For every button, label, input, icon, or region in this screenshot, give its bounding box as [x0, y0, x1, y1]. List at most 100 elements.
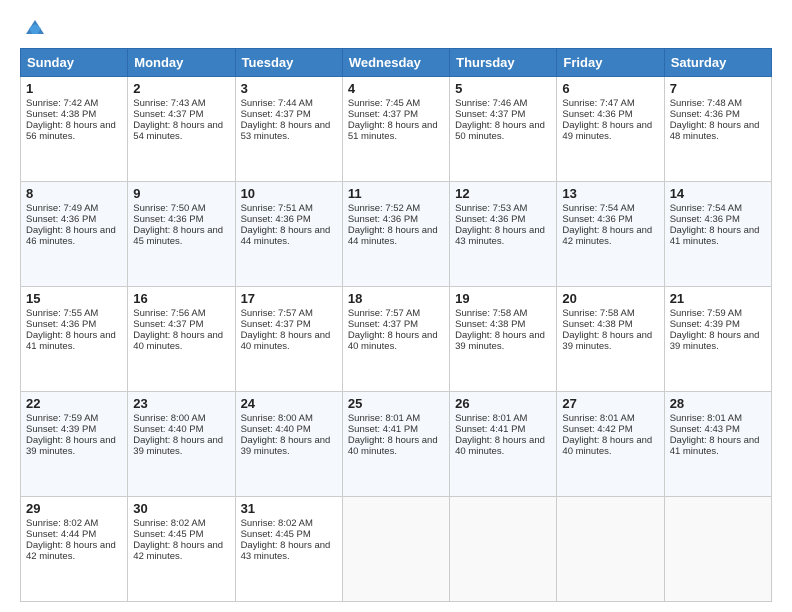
daylight-text: Daylight: 8 hours and 40 minutes. — [348, 435, 438, 457]
sunset-text: Sunset: 4:39 PM — [670, 319, 740, 330]
sunset-text: Sunset: 4:37 PM — [133, 109, 203, 120]
sunset-text: Sunset: 4:38 PM — [562, 319, 632, 330]
calendar-cell: 22Sunrise: 7:59 AMSunset: 4:39 PMDayligh… — [21, 392, 128, 497]
day-number: 18 — [348, 291, 444, 306]
calendar-cell: 29Sunrise: 8:02 AMSunset: 4:44 PMDayligh… — [21, 497, 128, 602]
daylight-text: Daylight: 8 hours and 43 minutes. — [241, 540, 331, 562]
sunset-text: Sunset: 4:36 PM — [455, 214, 525, 225]
sunset-text: Sunset: 4:36 PM — [348, 214, 418, 225]
sunset-text: Sunset: 4:45 PM — [133, 529, 203, 540]
day-number: 3 — [241, 81, 337, 96]
sunset-text: Sunset: 4:36 PM — [26, 319, 96, 330]
calendar-cell: 23Sunrise: 8:00 AMSunset: 4:40 PMDayligh… — [128, 392, 235, 497]
calendar-week-row: 22Sunrise: 7:59 AMSunset: 4:39 PMDayligh… — [21, 392, 772, 497]
sunrise-text: Sunrise: 7:50 AM — [133, 203, 205, 214]
daylight-text: Daylight: 8 hours and 48 minutes. — [670, 120, 760, 142]
sunrise-text: Sunrise: 7:49 AM — [26, 203, 98, 214]
sunrise-text: Sunrise: 7:54 AM — [562, 203, 634, 214]
sunset-text: Sunset: 4:40 PM — [241, 424, 311, 435]
day-number: 21 — [670, 291, 766, 306]
calendar-body: 1Sunrise: 7:42 AMSunset: 4:38 PMDaylight… — [21, 77, 772, 602]
page: SundayMondayTuesdayWednesdayThursdayFrid… — [0, 0, 792, 612]
sunrise-text: Sunrise: 7:57 AM — [241, 308, 313, 319]
calendar-cell: 4Sunrise: 7:45 AMSunset: 4:37 PMDaylight… — [342, 77, 449, 182]
sunset-text: Sunset: 4:44 PM — [26, 529, 96, 540]
daylight-text: Daylight: 8 hours and 40 minutes. — [562, 435, 652, 457]
calendar-cell: 25Sunrise: 8:01 AMSunset: 4:41 PMDayligh… — [342, 392, 449, 497]
sunset-text: Sunset: 4:36 PM — [26, 214, 96, 225]
daylight-text: Daylight: 8 hours and 45 minutes. — [133, 225, 223, 247]
daylight-text: Daylight: 8 hours and 44 minutes. — [241, 225, 331, 247]
calendar-cell: 27Sunrise: 8:01 AMSunset: 4:42 PMDayligh… — [557, 392, 664, 497]
sunset-text: Sunset: 4:36 PM — [670, 109, 740, 120]
calendar-cell: 9Sunrise: 7:50 AMSunset: 4:36 PMDaylight… — [128, 182, 235, 287]
calendar-header-sunday: Sunday — [21, 49, 128, 77]
calendar-cell: 18Sunrise: 7:57 AMSunset: 4:37 PMDayligh… — [342, 287, 449, 392]
sunset-text: Sunset: 4:41 PM — [348, 424, 418, 435]
daylight-text: Daylight: 8 hours and 40 minutes. — [133, 330, 223, 352]
daylight-text: Daylight: 8 hours and 53 minutes. — [241, 120, 331, 142]
day-number: 30 — [133, 501, 229, 516]
day-number: 22 — [26, 396, 122, 411]
daylight-text: Daylight: 8 hours and 42 minutes. — [133, 540, 223, 562]
day-number: 20 — [562, 291, 658, 306]
sunset-text: Sunset: 4:37 PM — [133, 319, 203, 330]
sunrise-text: Sunrise: 7:46 AM — [455, 98, 527, 109]
logo — [20, 16, 48, 38]
calendar-cell: 21Sunrise: 7:59 AMSunset: 4:39 PMDayligh… — [664, 287, 771, 392]
calendar-cell — [557, 497, 664, 602]
day-number: 4 — [348, 81, 444, 96]
calendar-cell: 1Sunrise: 7:42 AMSunset: 4:38 PMDaylight… — [21, 77, 128, 182]
calendar-header-thursday: Thursday — [450, 49, 557, 77]
logo-icon — [24, 16, 46, 38]
calendar-header-friday: Friday — [557, 49, 664, 77]
day-number: 28 — [670, 396, 766, 411]
daylight-text: Daylight: 8 hours and 39 minutes. — [133, 435, 223, 457]
calendar-cell: 14Sunrise: 7:54 AMSunset: 4:36 PMDayligh… — [664, 182, 771, 287]
calendar-cell: 24Sunrise: 8:00 AMSunset: 4:40 PMDayligh… — [235, 392, 342, 497]
daylight-text: Daylight: 8 hours and 56 minutes. — [26, 120, 116, 142]
sunset-text: Sunset: 4:36 PM — [562, 214, 632, 225]
day-number: 17 — [241, 291, 337, 306]
daylight-text: Daylight: 8 hours and 49 minutes. — [562, 120, 652, 142]
sunset-text: Sunset: 4:37 PM — [348, 319, 418, 330]
sunset-text: Sunset: 4:36 PM — [670, 214, 740, 225]
day-number: 25 — [348, 396, 444, 411]
daylight-text: Daylight: 8 hours and 43 minutes. — [455, 225, 545, 247]
sunrise-text: Sunrise: 7:56 AM — [133, 308, 205, 319]
daylight-text: Daylight: 8 hours and 39 minutes. — [455, 330, 545, 352]
calendar-week-row: 8Sunrise: 7:49 AMSunset: 4:36 PMDaylight… — [21, 182, 772, 287]
calendar-cell: 8 Sunrise: 7:49 AMSunset: 4:36 PMDaylight… — [21, 182, 128, 287]
calendar-cell: 31Sunrise: 8:02 AMSunset: 4:45 PMDayligh… — [235, 497, 342, 602]
daylight-text: Daylight: 8 hours and 51 minutes. — [348, 120, 438, 142]
sunrise-text: Sunrise: 7:44 AM — [241, 98, 313, 109]
calendar-cell: 7Sunrise: 7:48 AMSunset: 4:36 PMDaylight… — [664, 77, 771, 182]
daylight-text: Daylight: 8 hours and 46 minutes. — [26, 225, 116, 247]
calendar-cell: 2Sunrise: 7:43 AMSunset: 4:37 PMDaylight… — [128, 77, 235, 182]
calendar-week-row: 29Sunrise: 8:02 AMSunset: 4:44 PMDayligh… — [21, 497, 772, 602]
sunset-text: Sunset: 4:37 PM — [455, 109, 525, 120]
day-number: 26 — [455, 396, 551, 411]
sunrise-text: Sunrise: 8:00 AM — [241, 413, 313, 424]
day-number: 31 — [241, 501, 337, 516]
day-number: 12 — [455, 186, 551, 201]
sunrise-text: Sunrise: 7:55 AM — [26, 308, 98, 319]
sunrise-text: Sunrise: 7:51 AM — [241, 203, 313, 214]
calendar-cell: 15Sunrise: 7:55 AMSunset: 4:36 PMDayligh… — [21, 287, 128, 392]
calendar-cell: 16Sunrise: 7:56 AMSunset: 4:37 PMDayligh… — [128, 287, 235, 392]
sunset-text: Sunset: 4:36 PM — [133, 214, 203, 225]
sunrise-text: Sunrise: 7:54 AM — [670, 203, 742, 214]
sunrise-text: Sunrise: 7:52 AM — [348, 203, 420, 214]
header — [20, 16, 772, 38]
day-number: 11 — [348, 186, 444, 201]
daylight-text: Daylight: 8 hours and 39 minutes. — [26, 435, 116, 457]
sunset-text: Sunset: 4:38 PM — [26, 109, 96, 120]
calendar-cell: 11Sunrise: 7:52 AMSunset: 4:36 PMDayligh… — [342, 182, 449, 287]
daylight-text: Daylight: 8 hours and 40 minutes. — [241, 330, 331, 352]
sunrise-text: Sunrise: 8:02 AM — [133, 518, 205, 529]
calendar-week-row: 1Sunrise: 7:42 AMSunset: 4:38 PMDaylight… — [21, 77, 772, 182]
sunrise-text: Sunrise: 7:59 AM — [670, 308, 742, 319]
sunset-text: Sunset: 4:37 PM — [241, 319, 311, 330]
sunset-text: Sunset: 4:45 PM — [241, 529, 311, 540]
day-number: 8 — [26, 186, 122, 201]
